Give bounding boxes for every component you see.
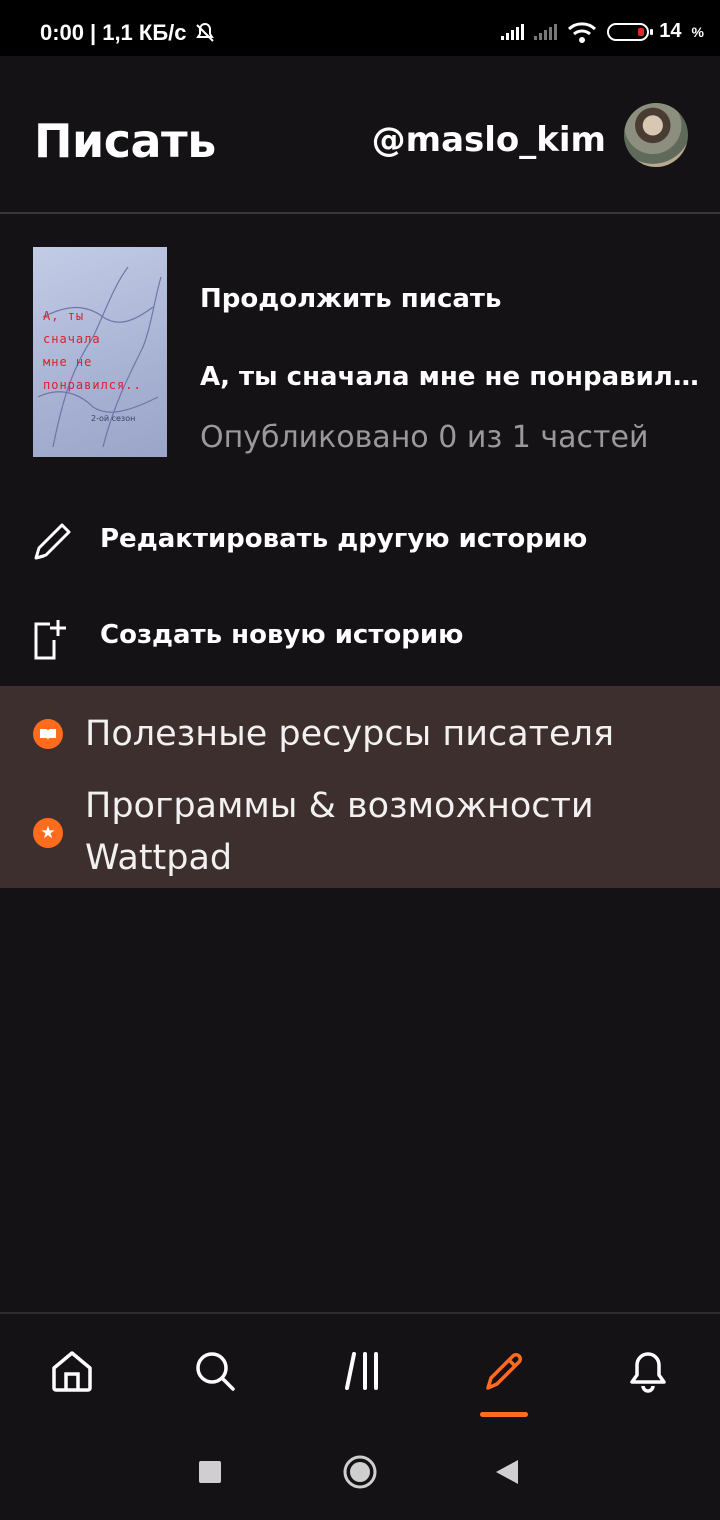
battery-level: 14 <box>659 20 682 42</box>
edit-story-button[interactable]: Редактировать другую историю <box>0 500 720 584</box>
nav-notifications[interactable] <box>621 1344 675 1398</box>
edit-story-label: Редактировать другую историю <box>100 524 588 554</box>
signal-icon <box>501 23 525 40</box>
avatar[interactable] <box>624 103 688 167</box>
resources-section: Полезные ресурсы писателя ★ Программы & … <box>0 686 720 888</box>
status-speed: 1,1 КБ/с <box>102 20 187 45</box>
story-meta: Опубликовано 0 из 1 частей <box>200 420 649 455</box>
nav-home[interactable] <box>45 1344 99 1398</box>
search-icon <box>196 1352 235 1391</box>
nav-write[interactable] <box>476 1344 530 1398</box>
back-icon[interactable] <box>494 1458 520 1486</box>
writer-resources-item[interactable]: Полезные ресурсы писателя <box>0 686 720 782</box>
programs-label: Программы & возможности Wattpad <box>85 786 594 878</box>
continue-writing-label[interactable]: Продолжить писать <box>200 284 501 314</box>
wifi-icon <box>568 21 597 43</box>
recents-icon[interactable] <box>198 1460 222 1484</box>
story-cover[interactable]: А, ты сначала мне не понравился.. 2-ой с… <box>33 247 167 457</box>
library-icon <box>345 1352 378 1390</box>
home-icon <box>52 1351 92 1392</box>
page-title: Писать <box>34 114 216 168</box>
bottom-nav <box>0 1312 720 1428</box>
header: Писать @maslo_kim <box>0 56 720 214</box>
home-system-icon[interactable] <box>342 1454 378 1490</box>
bell-icon <box>630 1352 666 1393</box>
status-bar: 0:00 | 1,1 КБ/с 14 % <box>0 0 720 56</box>
star-icon: ★ <box>33 818 63 848</box>
cover-title: А, ты сначала мне не понравился.. <box>43 309 142 392</box>
story-title[interactable]: А, ты сначала мне не понравил… <box>200 362 700 392</box>
nav-search[interactable] <box>188 1344 242 1398</box>
nav-library[interactable] <box>336 1344 390 1398</box>
system-nav-bar <box>0 1426 720 1520</box>
writer-resources-label: Полезные ресурсы писателя <box>85 714 615 754</box>
create-story-label: Создать новую историю <box>100 620 464 650</box>
status-separator: | <box>90 20 97 45</box>
active-tab-indicator <box>480 1412 528 1417</box>
new-story-icon <box>34 620 66 660</box>
battery-unit: % <box>691 23 704 40</box>
username[interactable]: @maslo_kim <box>372 120 606 160</box>
status-time: 0:00 <box>40 20 85 45</box>
battery-icon <box>607 22 654 41</box>
create-story-button[interactable]: Создать новую историю <box>0 596 720 680</box>
pencil-icon <box>34 523 71 560</box>
signal-icon <box>534 23 558 40</box>
programs-item[interactable]: ★ Программы & возможности Wattpad <box>0 782 720 888</box>
cover-subtitle: 2-ой сезон <box>91 414 136 423</box>
book-icon <box>33 719 63 749</box>
mute-icon <box>195 22 214 42</box>
write-icon <box>486 1353 522 1390</box>
